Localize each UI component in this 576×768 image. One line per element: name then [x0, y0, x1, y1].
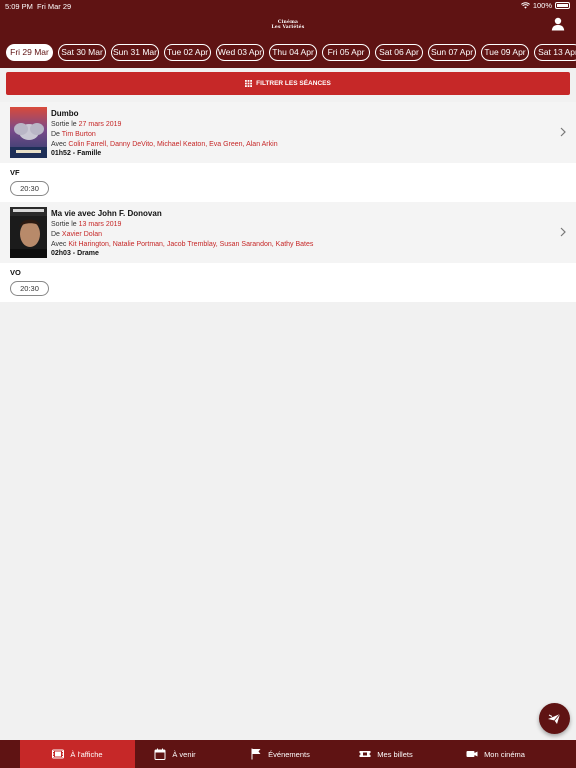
- movie-info: Ma vie avec John F. Donovan Sortie le 13…: [51, 208, 313, 259]
- chevron-right-icon[interactable]: [560, 127, 566, 137]
- tab-evenements[interactable]: Événements: [240, 740, 320, 768]
- movie-poster: [10, 207, 47, 258]
- movie-card-ma-vie-avec-john-f-donovan[interactable]: Ma vie avec John F. Donovan Sortie le 13…: [0, 202, 576, 263]
- tab-label: À venir: [172, 749, 196, 759]
- tab-a-venir[interactable]: À venir: [140, 740, 210, 768]
- release-date: 13 mars 2019: [78, 221, 122, 228]
- battery-icon: [555, 2, 570, 9]
- release-line: Sortie le 27 mars 2019: [51, 121, 122, 128]
- version-label: VO: [10, 268, 21, 277]
- date-pill-wed-03-apr[interactable]: Wed 03 Apr: [216, 44, 264, 61]
- ticket-icon: [359, 751, 371, 757]
- showtime-button[interactable]: 20:30: [10, 281, 49, 296]
- date-pill-thu-04-apr[interactable]: Thu 04 Apr: [269, 44, 317, 61]
- status-bar: 5:09 PM Fri Mar 29 100%: [0, 0, 576, 12]
- date-pill-fri-05-apr[interactable]: Fri 05 Apr: [322, 44, 370, 61]
- date-pill-fri-29-mar[interactable]: Fri 29 Mar: [6, 44, 53, 61]
- release-date: 27 mars 2019: [78, 121, 122, 128]
- calendar-icon: [154, 748, 166, 760]
- status-time: 5:09 PM: [5, 2, 33, 11]
- tab-label: Événements: [268, 749, 310, 759]
- tab-label: Mon cinéma: [484, 749, 525, 759]
- version-label: VF: [10, 168, 20, 177]
- cast-line: Avec Kit Harington, Natalie Portman, Jac…: [51, 240, 314, 248]
- date-pill-sat-06-apr[interactable]: Sat 06 Apr: [375, 44, 423, 61]
- ticket-plane-icon: [548, 713, 561, 724]
- showtimes-ma-vie-avec-john-f-donovan: VO 20:30: [0, 263, 576, 302]
- date-selector: Fri 29 Mar Sat 30 Mar Sun 31 Mar Tue 02 …: [0, 44, 576, 63]
- film-icon: [52, 749, 65, 759]
- showtime-button[interactable]: 20:30: [10, 181, 49, 196]
- flag-icon: [251, 748, 261, 760]
- cast-list[interactable]: Kit Harington, Natalie Portman, Jacob Tr…: [68, 241, 313, 248]
- tab-a-laffiche[interactable]: À l'affiche: [20, 740, 135, 768]
- status-indicators: 100%: [520, 1, 570, 10]
- director-line: De Xavier Dolan: [51, 230, 102, 238]
- date-pill-tue-09-apr[interactable]: Tue 09 Apr: [481, 44, 529, 61]
- wifi-icon: [520, 2, 530, 9]
- status-date: Fri Mar 29: [37, 2, 72, 11]
- filter-label: FILTRER LES SÉANCES: [256, 80, 331, 87]
- movie-info: Dumbo Sortie le 27 mars 2019 De Tim Burt…: [51, 108, 278, 159]
- release-line: Sortie le 13 mars 2019: [51, 221, 122, 228]
- tab-mes-billets[interactable]: Mes billets: [352, 740, 420, 768]
- profile-icon[interactable]: [551, 17, 565, 31]
- cast-list[interactable]: Colin Farrell, Danny DeVito, Michael Kea…: [68, 141, 277, 148]
- movie-poster: [10, 107, 47, 158]
- director-link[interactable]: Xavier Dolan: [62, 231, 102, 238]
- showtimes-dumbo: VF 20:30: [0, 163, 576, 202]
- cinema-logo: Cinéma Les Variétés: [271, 20, 305, 30]
- filter-showtimes-button[interactable]: FILTRER LES SÉANCES: [6, 72, 570, 95]
- tab-mon-cinema[interactable]: Mon cinéma: [458, 740, 533, 768]
- tab-bar: À l'affiche À venir Événements Mes bille…: [0, 740, 576, 768]
- director-line: De Tim Burton: [51, 130, 96, 138]
- date-pill-sat-30-mar[interactable]: Sat 30 Mar: [58, 44, 106, 61]
- chevron-right-icon[interactable]: [560, 227, 566, 237]
- duration-genre: 02h03 - Drame: [51, 250, 99, 258]
- date-pill-tue-02-apr[interactable]: Tue 02 Apr: [164, 44, 211, 61]
- date-pill-sun-07-apr[interactable]: Sun 07 Apr: [428, 44, 476, 61]
- tab-label: À l'affiche: [70, 749, 103, 759]
- grid-icon: [245, 80, 253, 87]
- header: 5:09 PM Fri Mar 29 100% Cinéma Les Varié…: [0, 0, 576, 68]
- movie-card-dumbo[interactable]: Dumbo Sortie le 27 mars 2019 De Tim Burt…: [0, 102, 576, 163]
- date-pill-sat-13-apr[interactable]: Sat 13 Apr: [534, 44, 576, 61]
- movie-title: Ma vie avec John F. Donovan: [51, 209, 162, 218]
- battery-level: 100%: [532, 1, 552, 10]
- camera-icon: [466, 751, 478, 757]
- app-root: 5:09 PM Fri Mar 29 100% Cinéma Les Varié…: [0, 0, 576, 768]
- tab-label: Mes billets: [377, 749, 413, 759]
- date-pill-sun-31-mar[interactable]: Sun 31 Mar: [111, 44, 159, 61]
- movie-title: Dumbo: [51, 109, 79, 118]
- quick-ticket-fab[interactable]: [539, 703, 570, 734]
- director-link[interactable]: Tim Burton: [62, 131, 96, 138]
- cast-line: Avec Colin Farrell, Danny DeVito, Michae…: [51, 140, 278, 148]
- duration-genre: 01h52 - Famille: [51, 150, 102, 158]
